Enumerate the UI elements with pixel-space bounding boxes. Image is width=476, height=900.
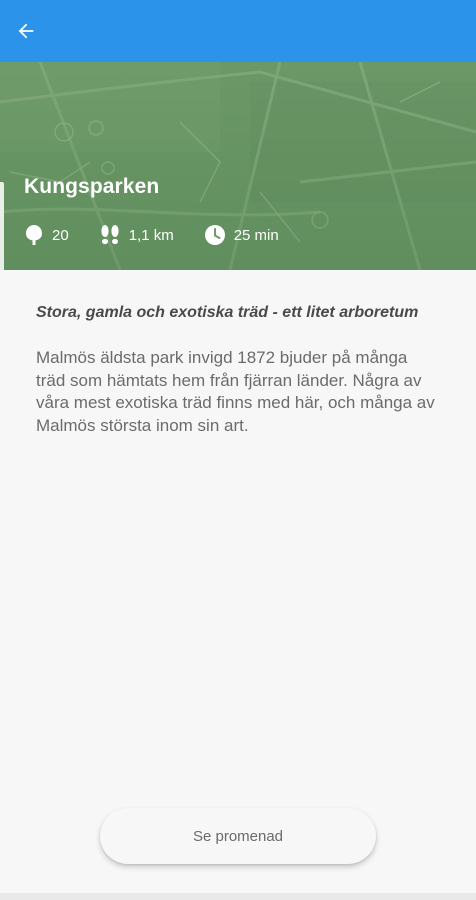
route-stats: 20 1,1 km 25 min — [24, 224, 309, 246]
stat-duration: 25 min — [204, 224, 279, 246]
content-section: Stora, gamla och exotiska träd - ett lit… — [36, 302, 436, 437]
stat-trees: 20 — [24, 224, 69, 246]
page-title: Kungsparken — [24, 175, 160, 198]
stat-duration-value: 25 min — [233, 226, 279, 244]
hero-banner: Kungsparken 20 1,1 km 25 min — [0, 62, 476, 270]
drawer-edge-handle[interactable] — [0, 182, 4, 270]
clock-icon — [204, 225, 225, 245]
footsteps-icon — [101, 225, 119, 245]
stat-distance-value: 1,1 km — [128, 226, 174, 244]
description: Malmös äldsta park invigd 1872 bjuder på… — [36, 348, 435, 435]
arrow-left-icon — [18, 23, 34, 39]
subtitle: Stora, gamla och exotiska träd - ett lit… — [36, 304, 419, 321]
bottom-divider — [0, 893, 476, 900]
back-button[interactable] — [0, 0, 52, 62]
app-bar — [0, 0, 476, 62]
stat-distance: 1,1 km — [99, 224, 174, 246]
see-walk-button[interactable]: Se promenad — [100, 808, 376, 864]
tree-icon — [26, 225, 42, 245]
stat-trees-value: 20 — [52, 226, 69, 244]
